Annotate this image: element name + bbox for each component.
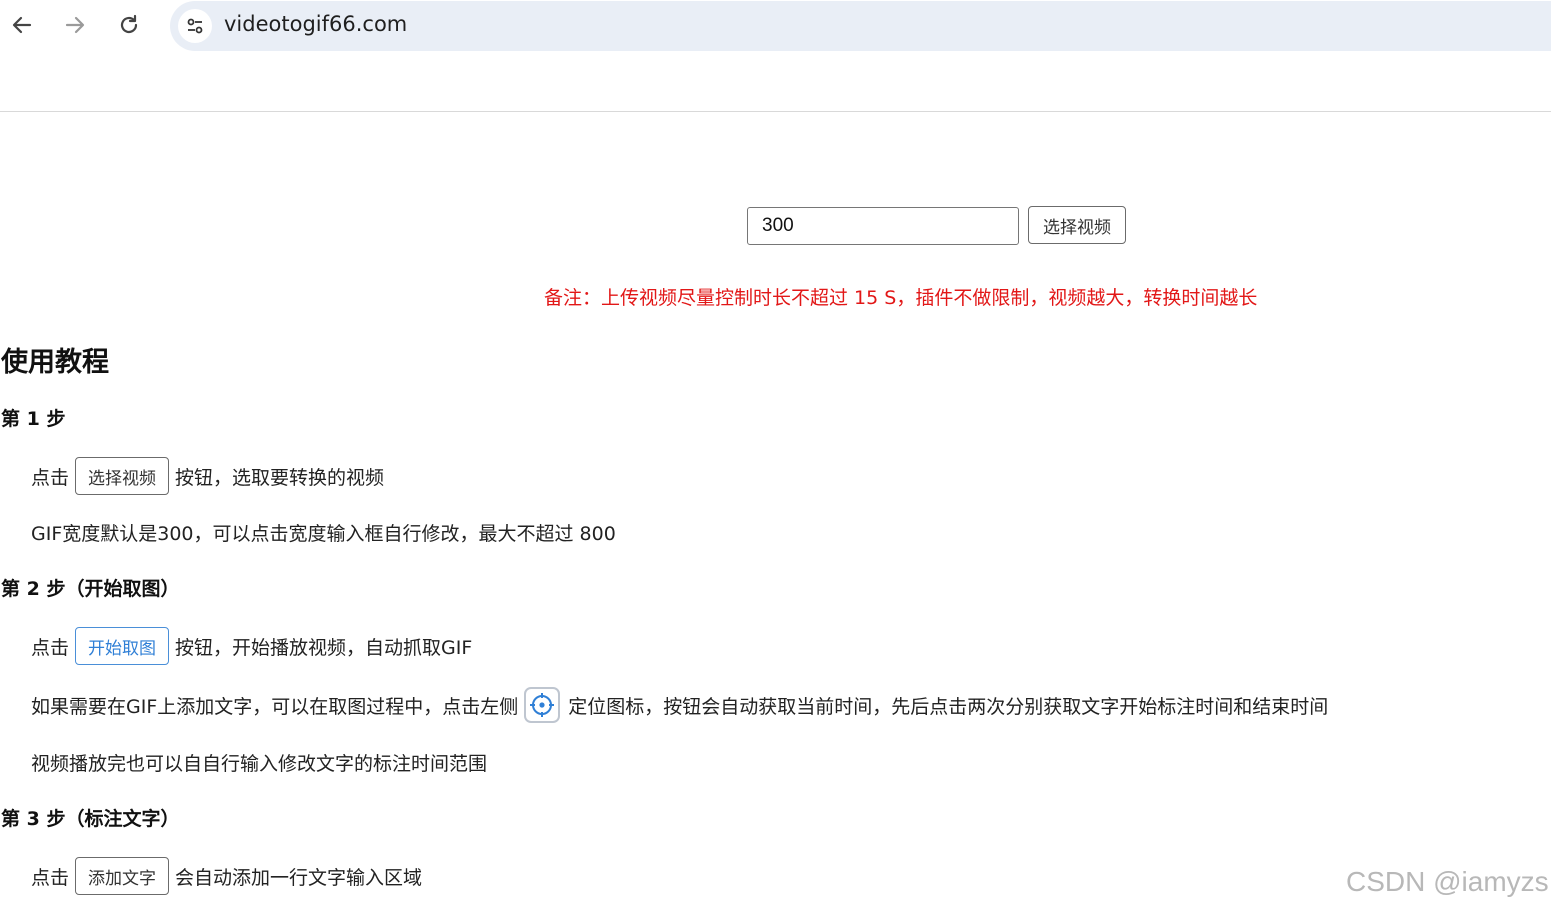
step3-line1-suffix: 会自动添加一行文字输入区域 [175,866,423,889]
back-button[interactable] [5,8,39,42]
select-video-button[interactable]: 选择视频 [1028,206,1126,244]
step3-line1-prefix: 点击 [31,866,70,889]
step1-heading: 第 1 步 [1,408,66,430]
step2-line1-prefix: 点击 [31,636,70,659]
step2-line1-suffix: 按钮，开始播放视频，自动抓取GIF [175,636,473,659]
reload-icon [120,14,138,34]
tutorial-add-text-button[interactable]: 添加文字 [75,857,170,895]
tutorial-select-video-button[interactable]: 选择视频 [75,457,170,495]
header-divider [0,111,1551,112]
locate-icon [530,693,555,717]
tune-icon [187,18,203,34]
address-bar[interactable]: videotogif66.com [170,1,1551,51]
step2-line2-suffix: 定位图标，按钮会自动获取当前时间，先后点击两次分别获取文字开始标注时间和结束时间 [568,695,1329,718]
step1-line1-suffix: 按钮，选取要转换的视频 [175,466,385,489]
back-arrow-icon [12,16,32,34]
step2-line2: 如果需要在GIF上添加文字，可以在取图过程中，点击左侧 定位图标，按钮会自动获取… [31,687,1328,723]
tutorial-start-capture-button[interactable]: 开始取图 [75,627,170,665]
watermark: CSDN @iamyzs [1346,866,1549,897]
step1-line1: 点击 选择视频 按钮，选取要转换的视频 [31,457,384,495]
forward-button[interactable] [58,8,92,42]
step2-line2-prefix: 如果需要在GIF上添加文字，可以在取图过程中，点击左侧 [31,695,519,718]
reload-button[interactable] [112,8,146,42]
step1-line2: GIF宽度默认是300，可以点击宽度输入框自行修改，最大不超过 800 [31,523,616,545]
step2-heading: 第 2 步（开始取图） [1,578,180,600]
url-text[interactable]: videotogif66.com [224,12,407,36]
locate-button[interactable] [524,687,561,723]
step2-line3: 视频播放完也可以自自行输入修改文字的标注时间范围 [31,753,488,775]
step3-heading: 第 3 步（标注文字） [1,808,180,830]
tutorial-title: 使用教程 [1,347,109,378]
upload-note: 备注：上传视频尽量控制时长不超过 15 S，插件不做限制，视频越大，转换时间越长 [544,287,1258,309]
browser-toolbar: videotogif66.com [0,0,1551,52]
gif-width-input[interactable]: 300 [747,207,1019,245]
step2-line1: 点击 开始取图 按钮，开始播放视频，自动抓取GIF [31,627,472,665]
step3-line1: 点击 添加文字 会自动添加一行文字输入区域 [31,857,422,895]
site-info-button[interactable] [178,9,212,43]
forward-arrow-icon [65,16,85,34]
step1-line1-prefix: 点击 [31,466,70,489]
